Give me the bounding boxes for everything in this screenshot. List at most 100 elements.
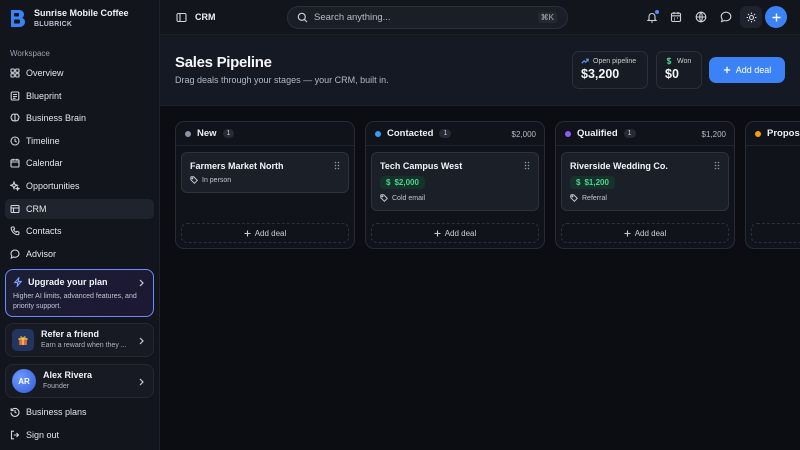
refer-friend-card[interactable]: Refer a friend Earn a reward when they .… [5, 323, 154, 357]
search-placeholder: Search anything... [314, 12, 391, 23]
deal-card[interactable]: Riverside Wedding Co. $ $1,200 Referral [561, 152, 729, 211]
column-add-deal-button[interactable]: Add deal [181, 223, 349, 243]
history-icon [10, 407, 20, 417]
dollar-icon: $ [386, 178, 391, 187]
brand[interactable]: Sunrise Mobile Coffee BLUBRICK [8, 7, 129, 31]
sidebar-item-label: Blueprint [26, 90, 62, 101]
stage-color-dot [565, 130, 571, 137]
message-icon[interactable] [720, 11, 732, 23]
sidebar-item-crm[interactable]: CRM [5, 198, 154, 219]
sidebar-item-label: CRM [26, 203, 47, 214]
brand-name: Sunrise Mobile Coffee [34, 8, 129, 18]
notification-dot [655, 10, 659, 14]
deal-card[interactable]: Tech Campus West $ $2,000 Cold email [371, 152, 539, 211]
column-name: New [197, 128, 217, 139]
sidebar-item-label: Opportunities [26, 180, 80, 191]
page-title: Sales Pipeline [175, 54, 272, 71]
sidebar-item-label: Overview [26, 68, 64, 78]
drag-handle-icon[interactable] [524, 161, 530, 170]
tag-icon [380, 194, 388, 202]
drag-handle-icon[interactable] [334, 161, 340, 170]
sidebar-item-blueprint[interactable]: Blueprint [5, 86, 154, 106]
upgrade-description: Higher AI limits, advanced features, and… [13, 293, 137, 310]
plus-icon [723, 66, 730, 74]
sidebar-item-business-brain[interactable]: Business Brain [5, 108, 154, 128]
deal-source: In person [202, 176, 232, 184]
deal-name: Tech Campus West [380, 161, 463, 171]
stat-label: Open pipeline [593, 57, 637, 65]
chevron-right-icon [139, 337, 144, 345]
deal-card[interactable]: Farmers Market North In person [181, 152, 349, 193]
search-input[interactable]: Search anything... ⌘K [287, 6, 568, 29]
phone-icon [10, 226, 20, 236]
business-plans-label: Business plans [26, 407, 87, 417]
gift-icon [12, 329, 34, 351]
sidebar-item-contacts[interactable]: Contacts [5, 221, 154, 241]
sidebar-item-label: Business Brain [26, 113, 87, 124]
user-profile-card[interactable]: AR Alex Rivera Founder [5, 364, 154, 398]
deal-source: Referral [582, 194, 607, 202]
column-name: Qualified [577, 128, 618, 139]
lightning-icon [13, 277, 23, 287]
column-total: $1,200 [701, 130, 726, 139]
pipeline-column-proposal: Proposal [745, 121, 800, 249]
upgrade-plan-card[interactable]: Upgrade your plan Higher AI limits, adva… [5, 269, 154, 317]
create-button[interactable] [765, 6, 787, 28]
deal-source: Cold email [392, 194, 426, 202]
plus-icon [434, 230, 441, 236]
deal-name: Riverside Wedding Co. [570, 161, 668, 171]
pipeline-column-qualified: Qualified 1 $1,200 Riverside Wedding Co.… [555, 121, 735, 249]
user-role: Founder [43, 383, 70, 390]
stage-color-dot [185, 130, 191, 137]
sidebar-item-calendar[interactable]: Calendar [5, 153, 154, 173]
stat-value: $0 [665, 67, 679, 81]
deal-name: Farmers Market North [190, 161, 284, 171]
column-count: 1 [222, 129, 235, 138]
calendar-icon[interactable] [670, 11, 682, 23]
sidebar-nav: Overview Blueprint Business Brain Timeli… [5, 63, 154, 266]
page-header: Sales Pipeline Drag deals through your s… [160, 35, 800, 106]
pipeline-column-contacted: Contacted 1 $2,000 Tech Campus West $ $2… [365, 121, 545, 249]
search-shortcut: ⌘K [537, 12, 557, 23]
sidebar-item-overview[interactable]: Overview [5, 63, 154, 83]
timeline-icon [10, 136, 20, 146]
page-subtitle: Drag deals through your stages — your CR… [175, 75, 389, 85]
drag-handle-icon[interactable] [714, 161, 720, 170]
sidebar-item-timeline[interactable]: Timeline [5, 131, 154, 151]
chevron-right-icon [139, 378, 144, 386]
globe-icon[interactable] [695, 11, 707, 23]
avatar: AR [12, 369, 36, 393]
pipeline-column-new: New 1 Farmers Market North In person Add… [175, 121, 355, 249]
column-add-deal-button[interactable]: Add deal [561, 223, 729, 243]
column-add-deal-button[interactable] [751, 223, 800, 243]
sun-icon [746, 12, 756, 22]
add-deal-button[interactable]: Add deal [709, 57, 785, 83]
sidebar-toggle-icon[interactable] [176, 12, 187, 23]
stat-label: Won [677, 57, 692, 65]
blueprint-icon [10, 91, 20, 101]
column-count: 1 [439, 129, 452, 138]
search-icon [297, 12, 308, 23]
sidebar-item-label: Contacts [26, 226, 62, 237]
deal-amount-badge: $ $1,200 [570, 176, 615, 189]
brand-logo-icon [11, 10, 25, 27]
column-add-deal-button[interactable]: Add deal [371, 223, 539, 243]
refer-title: Refer a friend [41, 329, 100, 339]
deal-amount: $2,000 [394, 178, 419, 187]
deal-amount-badge: $ $2,000 [380, 176, 425, 189]
crm-icon [10, 204, 20, 213]
dollar-icon [666, 57, 672, 65]
sidebar-item-label: Calendar [26, 158, 63, 169]
sidebar-item-advisor[interactable]: Advisor [5, 244, 154, 264]
sign-out-link[interactable]: Sign out [10, 430, 59, 440]
column-count: 1 [623, 129, 636, 138]
sidebar-item-label: Advisor [26, 248, 57, 259]
sign-out-label: Sign out [26, 430, 60, 440]
brand-subtitle: BLUBRICK [34, 21, 73, 28]
sidebar-item-opportunities[interactable]: Opportunities [5, 176, 154, 196]
business-plans-link[interactable]: Business plans [10, 407, 87, 417]
sidebar: Sunrise Mobile Coffee BLUBRICK Workspace… [0, 0, 160, 450]
tag-icon [570, 194, 578, 202]
user-name: Alex Rivera [43, 370, 93, 380]
theme-toggle-button[interactable] [740, 6, 762, 28]
